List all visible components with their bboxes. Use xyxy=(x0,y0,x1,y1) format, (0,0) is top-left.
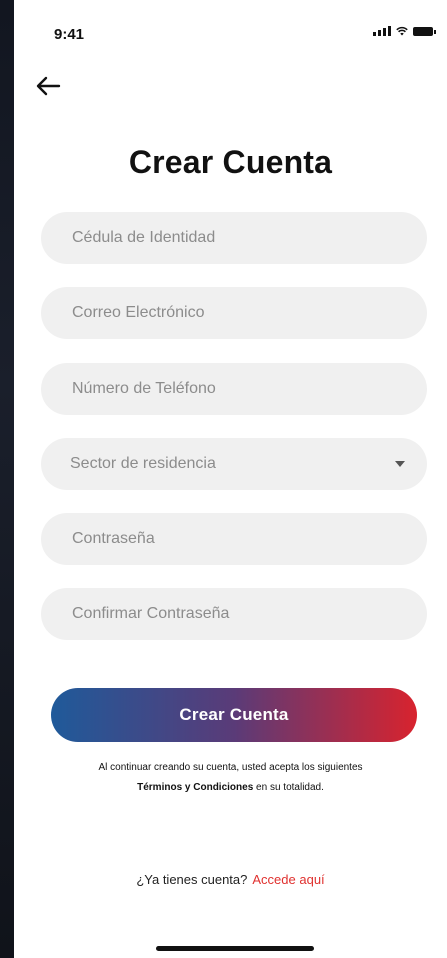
wifi-icon xyxy=(396,26,408,36)
confirm-password-input[interactable] xyxy=(70,604,405,624)
login-prompt: ¿Ya tienes cuenta? Accede aquí xyxy=(14,872,447,887)
password-field[interactable] xyxy=(41,513,427,565)
email-field[interactable] xyxy=(41,287,427,339)
cedula-input[interactable] xyxy=(70,228,405,248)
terms-text-intro: Al continuar creando su cuenta, usted ac… xyxy=(98,762,363,773)
login-question: ¿Ya tienes cuenta? xyxy=(136,872,248,887)
caret-down-icon xyxy=(395,461,405,467)
page-title: Crear Cuenta xyxy=(128,144,333,180)
phone-screen: 9:41 Crear Cuenta Sector de residencia xyxy=(14,0,447,958)
cedula-field[interactable] xyxy=(41,212,427,264)
create-account-button[interactable]: Crear Cuenta xyxy=(51,688,417,742)
arrow-left-icon xyxy=(36,76,61,96)
back-button[interactable] xyxy=(32,70,64,102)
phone-field[interactable] xyxy=(41,363,427,415)
phone-input[interactable] xyxy=(70,379,405,399)
confirm-password-field[interactable] xyxy=(41,588,427,640)
residence-sector-select[interactable]: Sector de residencia xyxy=(41,438,427,490)
status-icons xyxy=(373,26,436,36)
terms-text: Al continuar creando su cuenta, usted ac… xyxy=(44,758,417,798)
terms-text-end: en su totalidad. xyxy=(256,782,324,793)
terms-link[interactable]: Términos y Condiciones xyxy=(137,782,253,793)
status-bar: 9:41 xyxy=(14,0,447,60)
password-input[interactable] xyxy=(70,529,405,549)
login-link[interactable]: Accede aquí xyxy=(252,872,324,887)
email-input[interactable] xyxy=(70,303,405,323)
residence-sector-label: Sector de residencia xyxy=(70,455,216,472)
home-indicator xyxy=(156,946,314,951)
status-time: 9:41 xyxy=(54,26,85,43)
battery-icon xyxy=(413,26,436,36)
signal-icon xyxy=(373,26,391,36)
device-bezel xyxy=(0,0,14,958)
